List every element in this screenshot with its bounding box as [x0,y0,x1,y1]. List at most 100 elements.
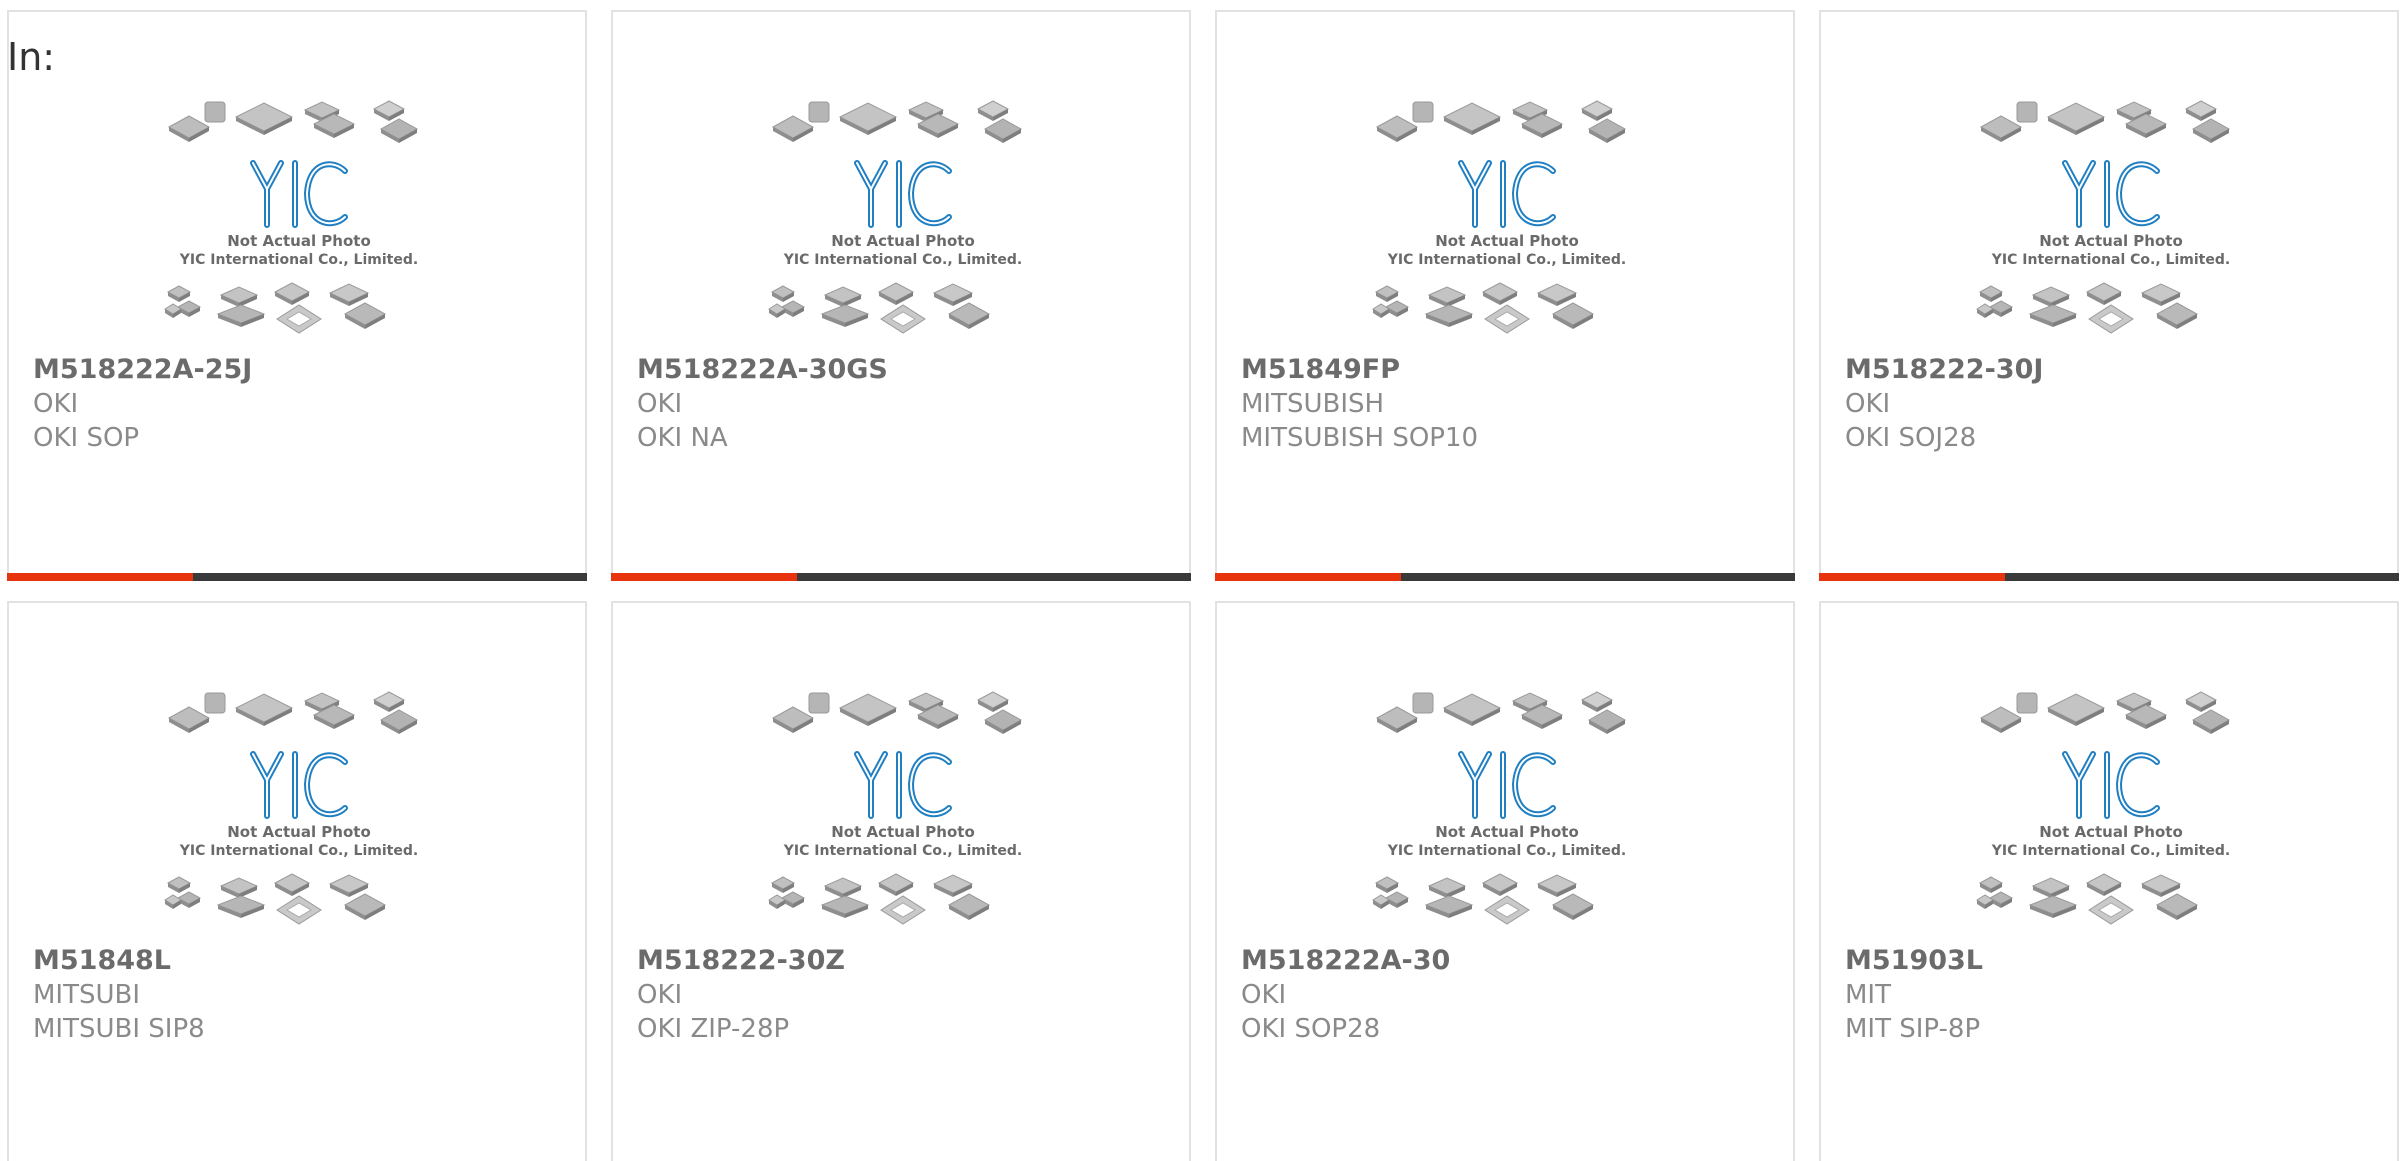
chip-icon [1374,285,1400,302]
chip-icon [2085,282,2123,305]
chip-icon [877,282,915,305]
qfp-chip-icon [880,895,926,925]
chip-icon [1481,282,1519,305]
placeholder-caption-line2: YIC International Co., Limited. [1991,843,2230,859]
chip-icon [1442,693,1502,726]
chip-icon [983,709,1023,734]
chip-icon [976,100,1010,121]
part-number[interactable]: M51849FP [1241,353,1773,387]
placeholder-caption-line1: Not Actual Photo [831,232,975,250]
product-placeholder-image: Not Actual Photo YIC International Co., L… [1367,97,1647,337]
chip-icon [167,706,211,733]
chip-icon [770,876,796,893]
chip-icon [1587,118,1627,143]
chip-icon [976,691,1010,712]
product-card[interactable]: Not Actual Photo YIC International Co., L… [1819,10,2399,581]
chip-icon [1976,894,1994,909]
part-number[interactable]: M51848L [33,944,565,978]
chip-icon [808,692,830,714]
chip-icon [216,304,266,327]
chip-icon [808,101,830,123]
package: MITSUBISH SOP10 [1241,423,1479,453]
qfp-chip-icon [276,895,322,925]
part-number[interactable]: M51903L [1845,944,2377,978]
product-card[interactable]: Not Actual Photo YIC International Co., L… [1215,10,1795,581]
chip-icon [877,873,915,896]
chip-icon [2085,873,2123,896]
chip-icon [2184,691,2218,712]
progress-fill [1819,573,2005,581]
chip-icon [1442,102,1502,135]
chip-icon [1978,285,2004,302]
chip-icon [1481,873,1519,896]
placeholder-caption-line2: YIC International Co., Limited. [1387,252,1626,268]
chip-icon [204,101,226,123]
product-card[interactable]: Not Actual Photo YIC International Co., L… [1215,601,1795,1161]
qfp-chip-icon [2088,304,2134,334]
chip-icon [823,286,863,307]
product-placeholder-image: Not Actual Photo YIC International Co., L… [1971,97,2251,337]
yic-logo-icon [1458,751,1556,819]
placeholder-caption-line2: YIC International Co., Limited. [179,252,418,268]
chip-icon [2031,877,2071,898]
chip-icon [1536,874,1578,897]
package: OKI ZIP-28P [637,1014,790,1044]
chip-icon [838,102,898,135]
manufacturer: OKI [637,389,683,419]
manufacturer: OKI [1845,389,1891,419]
placeholder-graphic: Not Actual Photo YIC International Co., L… [164,100,419,334]
chip-icon [1374,876,1400,893]
chip-icon [2140,874,2182,897]
chip-icon [1427,286,1467,307]
page: In: Not Actual Photo YIC International Co… [0,0,2400,1161]
chip-icon [167,115,211,142]
chip-icon [1424,895,1474,918]
chip-icon [820,304,870,327]
chip-icon [343,893,387,920]
chip-icon [932,874,974,897]
placeholder-graphic: Not Actual Photo YIC International Co., L… [164,691,418,925]
progress-bar [611,573,1191,581]
chip-icon [328,283,370,306]
chip-icon [1372,303,1390,318]
chip-icon [379,118,419,143]
yic-logo-icon [854,160,952,228]
part-number[interactable]: M518222A-25J [33,353,565,387]
part-number[interactable]: M518222-30J [1845,353,2377,387]
part-number[interactable]: M518222A-30 [1241,944,1773,978]
chip-icon [2140,283,2182,306]
qfp-chip-icon [1484,895,1530,925]
qfp-chip-icon [2088,895,2134,925]
chip-icon [2191,709,2231,734]
chip-icon [216,895,266,918]
product-card[interactable]: Not Actual Photo YIC International Co., L… [7,10,587,581]
yic-logo-icon [250,751,348,819]
product-info: M518222A-30GS OKI OKI NA [637,353,1169,455]
part-number[interactable]: M518222-30Z [637,944,1169,978]
chip-icon [2184,100,2218,121]
chip-icon [234,693,294,726]
product-card[interactable]: Not Actual Photo YIC International Co., L… [7,601,587,1161]
chip-icon [771,706,815,733]
product-placeholder-image: Not Actual Photo YIC International Co., L… [1971,688,2251,928]
chip-icon [343,302,387,329]
chip-icon [771,115,815,142]
chip-icon [1979,115,2023,142]
product-card[interactable]: Not Actual Photo YIC International Co., L… [611,10,1191,581]
chip-icon [823,877,863,898]
chip-icon [838,693,898,726]
product-grid: Not Actual Photo YIC International Co., L… [7,10,2400,1161]
progress-bar [1215,573,1795,581]
placeholder-graphic: Not Actual Photo YIC International Co., L… [1976,100,2230,334]
chip-icon [166,876,192,893]
part-number[interactable]: M518222A-30GS [637,353,1169,387]
product-card[interactable]: Not Actual Photo YIC International Co., L… [611,601,1191,1161]
product-placeholder-image: Not Actual Photo YIC International Co., L… [159,688,439,928]
chip-icon [768,303,786,318]
product-info: M51848L MITSUBI MITSUBI SIP8 [33,944,565,1046]
chip-icon [1551,302,1595,329]
product-card[interactable]: Not Actual Photo YIC International Co., L… [1819,601,2399,1161]
manufacturer: OKI [637,980,683,1010]
chip-icon [273,282,311,305]
package: MIT SIP-8P [1845,1014,1981,1044]
